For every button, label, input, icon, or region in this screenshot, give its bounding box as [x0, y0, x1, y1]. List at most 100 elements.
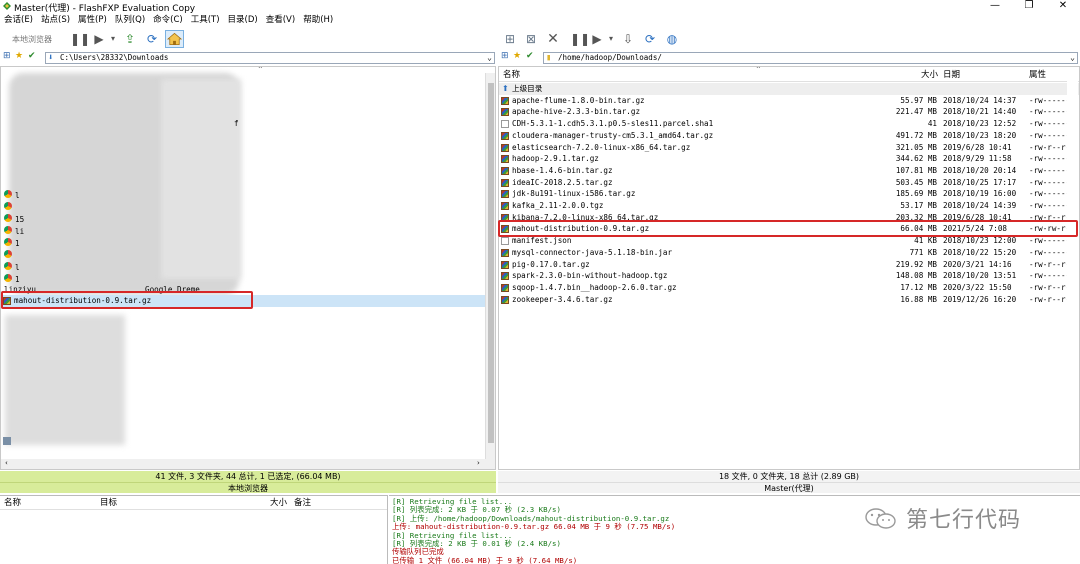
file-date: 2018/10/24 14:37	[943, 95, 1017, 105]
right-status-label: Master(代理)	[498, 482, 1080, 493]
queue-column-target[interactable]: 目标	[100, 497, 117, 509]
local-browser-button[interactable]: 本地浏览器	[12, 34, 52, 45]
menu-view[interactable]: 查看(V)	[266, 14, 295, 27]
queue-column-note[interactable]: 备注	[294, 497, 311, 509]
transfer-icon[interactable]: ⇪	[121, 31, 139, 47]
chevron-down-icon[interactable]: ⌄	[1070, 53, 1075, 63]
remote-file-row[interactable]: kafka_2.11-2.0.0.tgz 53.17 MB 2018/10/24 1…	[499, 200, 1079, 212]
menu-commands[interactable]: 命令(C)	[153, 14, 183, 27]
file-name: kafka_2.11-2.0.0.tgz	[512, 201, 604, 210]
remote-file-list: ⬆ 上级目录 apache-flume-1.8.0-bin.tar.gz 55.9…	[499, 83, 1079, 313]
file-name: apache-hive-2.3.3-bin.tar.gz	[512, 107, 641, 117]
local-file-pane: ⌃ f l 15 li 1 l 1 linziyu Google Dreme m…	[0, 66, 496, 470]
play-icon[interactable]: ▶	[590, 31, 604, 47]
menu-queue[interactable]: 队列(Q)	[115, 14, 145, 27]
remote-file-row[interactable]: apache-flume-1.8.0-bin.tar.gz 55.97 MB 201…	[499, 95, 1079, 107]
watermark-text: 第七行代码	[906, 508, 1022, 533]
menu-directory[interactable]: 目录(D)	[228, 14, 258, 27]
remote-file-row[interactable]: CDH-5.3.1-1.cdh5.3.1.p0.5-sles11.parcel.…	[499, 118, 1079, 130]
file-size: 491.72 MB	[895, 130, 937, 140]
window-controls: — ❐ ✕	[978, 0, 1080, 13]
down-arrow-icon: ⬇	[48, 53, 54, 63]
column-size[interactable]: 大小	[921, 69, 938, 81]
remote-file-row[interactable]: jdk-8u191-linux-i586.tar.gz 185.69 MB 2018…	[499, 188, 1079, 200]
maximize-button[interactable]: ❐	[1012, 0, 1046, 13]
remote-file-row[interactable]: hbase-1.4.6-bin.tar.gz 107.81 MB 2018/10/2…	[499, 165, 1079, 177]
fragment-text: f	[234, 119, 239, 128]
scroll-left-icon[interactable]: ‹	[5, 459, 8, 467]
fragment-text: 1	[15, 275, 20, 284]
scroll-thumb[interactable]	[488, 83, 494, 443]
queue-column-name[interactable]: 名称	[4, 497, 21, 509]
disconnect-icon[interactable]: ⊠	[522, 31, 540, 47]
menu-sites[interactable]: 站点(S)	[41, 14, 70, 27]
remote-file-row[interactable]: apache-hive-2.3.3-bin.tar.gz 221.47 MB 201…	[499, 106, 1079, 118]
pause-icon[interactable]: ❚❚	[70, 31, 90, 47]
column-date[interactable]: 日期	[943, 69, 960, 81]
left-path-input[interactable]: ⬇ C:\Users\28332\Downloads ⌄	[45, 52, 495, 64]
home-icon	[166, 32, 183, 46]
remote-file-row[interactable]: cloudera-manager-trusty-cm5.3.1_amd64.ta…	[499, 130, 1079, 142]
network-icon[interactable]: ⊞	[3, 51, 11, 61]
remote-file-row[interactable]: pig-0.17.0.tar.gz 219.92 MB 2020/3/21 14:1…	[499, 259, 1079, 271]
file-size: 55.97 MB	[900, 95, 937, 105]
remote-file-row[interactable]: ideaIC-2018.2.5.tar.gz 503.45 MB 2018/10/2…	[499, 177, 1079, 189]
file-size: 344.62 MB	[895, 154, 937, 164]
dropdown-arrow-icon[interactable]: ▾	[606, 31, 616, 47]
remote-file-row[interactable]: elasticsearch-7.2.0-linux-x86_64.tar.gz 3…	[499, 142, 1079, 154]
left-horizontal-scrollbar[interactable]: ‹ ›	[1, 459, 495, 469]
right-path-input[interactable]: ▮ /home/hadoop/Downloads/ ⌄	[543, 52, 1078, 64]
menu-session[interactable]: 会话(E)	[4, 14, 33, 27]
archive-icon	[501, 131, 509, 140]
archive-icon	[501, 166, 509, 175]
fragment-text: 15	[15, 215, 25, 224]
archive-icon	[501, 248, 509, 257]
abort-icon[interactable]: ✕	[544, 31, 562, 47]
favorites-star-icon[interactable]: ★	[15, 51, 23, 61]
file-name: elasticsearch-7.2.0-linux-x86_64.tar.gz	[512, 142, 691, 152]
remote-file-row[interactable]: sqoop-1.4.7.bin__hadoop-2.6.0.tar.gz 17.1…	[499, 282, 1079, 294]
refresh-icon[interactable]: ⟳	[642, 31, 658, 47]
scroll-right-icon[interactable]: ›	[477, 459, 480, 467]
file-name: zookeeper-3.4.6.tar.gz	[512, 294, 613, 304]
right-vertical-scrollbar[interactable]	[1067, 67, 1078, 469]
menu-properties[interactable]: 属性(P)	[78, 14, 107, 27]
column-name[interactable]: 名称	[503, 69, 520, 81]
queue-column-size[interactable]: 大小	[270, 497, 287, 509]
menu-help[interactable]: 帮助(H)	[303, 14, 333, 27]
file-date: 2018/10/23 12:52	[943, 119, 1017, 129]
document-icon	[501, 237, 509, 246]
left-vertical-scrollbar[interactable]	[485, 73, 495, 459]
remote-file-row[interactable]: mysql-connector-java-5.1.18-bin.jar 771 K…	[499, 247, 1079, 259]
archive-icon	[501, 155, 509, 164]
close-button[interactable]: ✕	[1046, 0, 1080, 13]
bookmark-icon[interactable]: ✔	[526, 51, 534, 61]
bookmark-icon[interactable]: ✔	[28, 51, 36, 61]
pause-icon[interactable]: ❚❚	[570, 31, 590, 47]
left-status-label: 本地浏览器	[0, 482, 496, 493]
network-icon[interactable]: ⊞	[501, 51, 509, 61]
file-size: 503.45 MB	[895, 177, 937, 187]
archive-icon	[501, 96, 509, 105]
chrome-icon	[4, 214, 12, 222]
remote-column-header: 名称 大小 日期 属性	[499, 69, 1079, 82]
column-attr[interactable]: 属性	[1029, 69, 1046, 81]
favorites-star-icon[interactable]: ★	[513, 51, 521, 61]
remote-file-row[interactable]: hadoop-2.9.1.tar.gz 344.62 MB 2018/9/29 11…	[499, 153, 1079, 165]
transfer-icon[interactable]: ⇩	[619, 31, 637, 47]
parent-dir-row[interactable]: ⬆ 上级目录	[499, 83, 1079, 95]
refresh-icon[interactable]: ⟳	[144, 31, 160, 47]
chevron-down-icon[interactable]: ⌄	[487, 53, 492, 63]
dropdown-arrow-icon[interactable]: ▾	[108, 31, 118, 47]
file-name: apache-flume-1.8.0-bin.tar.gz	[512, 95, 645, 105]
play-icon[interactable]: ▶	[92, 31, 106, 47]
minimize-button[interactable]: —	[978, 0, 1012, 13]
remote-file-row[interactable]: zookeeper-3.4.6.tar.gz 16.88 MB 2019/12/26…	[499, 294, 1079, 306]
remote-file-row[interactable]: spark-2.3.0-bin-without-hadoop.tgz 148.08…	[499, 270, 1079, 282]
globe-icon[interactable]: ◍	[663, 31, 681, 47]
file-date: 2019/12/26 16:20	[943, 294, 1017, 304]
connect-icon[interactable]: ⊞	[501, 31, 519, 47]
menu-tools[interactable]: 工具(T)	[191, 14, 220, 27]
file-name: hadoop-2.9.1.tar.gz	[512, 154, 599, 164]
home-button[interactable]	[165, 30, 184, 48]
